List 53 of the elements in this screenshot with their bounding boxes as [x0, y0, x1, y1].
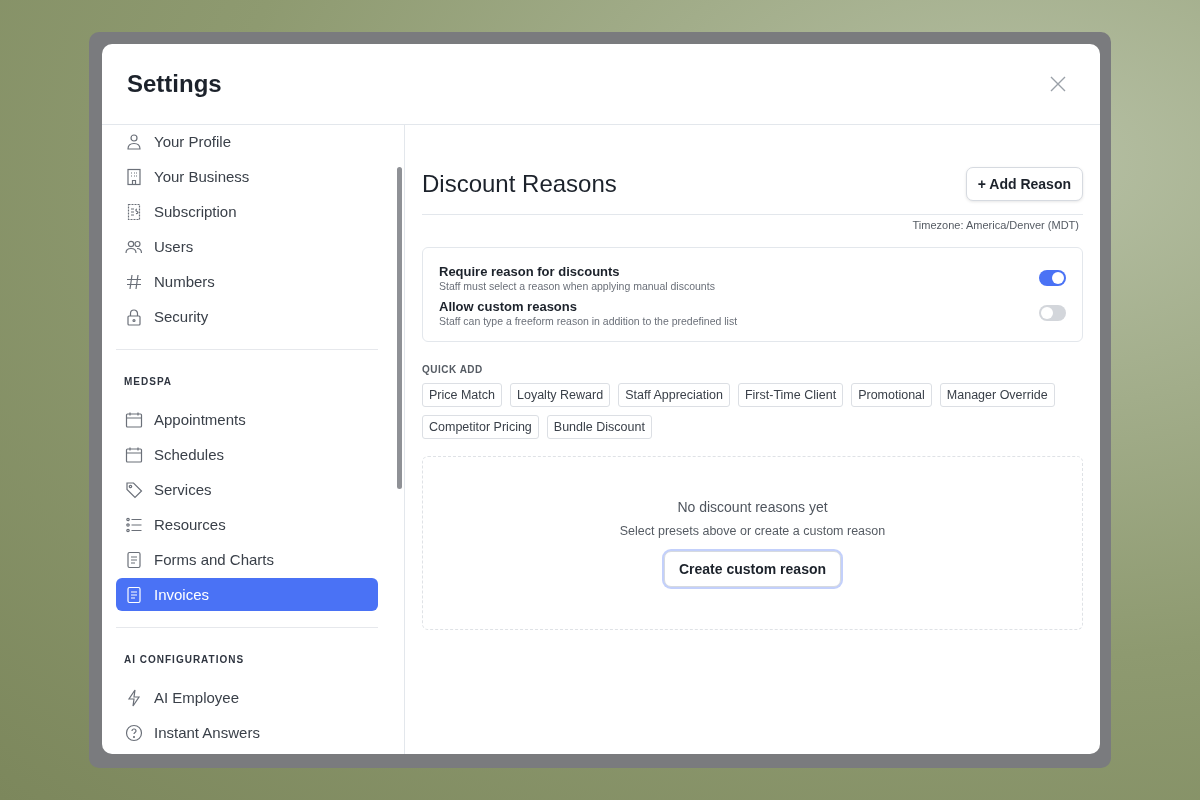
modal-title: Settings	[127, 70, 222, 98]
toggle-switch[interactable]	[1039, 270, 1066, 286]
sidebar-item[interactable]: AI Employee	[116, 681, 378, 714]
toggle-description: Staff must select a reason when applying manual discounts	[439, 280, 715, 292]
preset-chip[interactable]: First-Time Client	[737, 383, 844, 407]
preset-chip[interactable]: Staff Appreciation	[618, 383, 730, 407]
lock-icon	[125, 307, 143, 326]
scrollbar[interactable]	[397, 167, 402, 489]
preset-chip[interactable]: Bundle Discount	[546, 415, 652, 439]
sidebar-item[interactable]: Numbers	[116, 265, 378, 298]
section-heading: QUICK ADD	[422, 364, 484, 375]
section-heading: AI CONFIGURATIONS	[123, 654, 246, 665]
bolt-icon	[125, 688, 143, 707]
sidebar-item[interactable]: Invoices	[116, 578, 378, 611]
preset-chip[interactable]: Manager Override	[939, 383, 1055, 407]
timezone-label: Timezone: America/Denver (MDT)	[911, 219, 1079, 231]
preset-chip[interactable]: Competitor Pricing	[422, 415, 539, 439]
person-icon	[125, 132, 143, 151]
toggle-label: Require reason for discounts	[439, 264, 621, 279]
section-heading: MEDSPA	[123, 376, 174, 387]
toggle-label: Allow custom reasons	[439, 299, 578, 314]
preset-chip[interactable]: Price Match	[422, 383, 502, 407]
sidebar-item[interactable]: Security	[116, 300, 378, 333]
list-icon	[125, 515, 143, 534]
toggle-switch[interactable]	[1039, 305, 1066, 321]
preset-chip[interactable]: Promotional	[851, 383, 932, 407]
sidebar-item[interactable]: Services	[116, 473, 378, 506]
building-icon	[125, 167, 143, 186]
create-reason-button[interactable]: Create custom reason	[663, 551, 842, 587]
question-icon	[125, 723, 143, 742]
sidebar-item[interactable]: Users	[116, 230, 378, 263]
document-icon	[125, 585, 143, 604]
calendar-icon	[125, 410, 143, 429]
close-icon[interactable]	[1050, 76, 1066, 92]
sidebar-item[interactable]: Your Profile	[116, 125, 378, 158]
sidebar-item[interactable]: Your Business	[116, 160, 378, 193]
add-reason-button[interactable]: + Add Reason	[965, 167, 1083, 201]
hash-icon	[125, 272, 143, 291]
empty-state-title: No discount reasons yet	[677, 499, 828, 515]
calendar-icon	[125, 445, 143, 464]
page-title: Discount Reasons	[422, 170, 617, 198]
document-icon	[125, 550, 143, 569]
sidebar-item[interactable]: Subscription	[116, 195, 378, 228]
empty-state-text: Select presets above or create a custom reason	[619, 524, 886, 538]
sidebar-item[interactable]: Instant Answers	[116, 716, 378, 749]
toggle-description: Staff can type a freeform reason in addition to the predefined list	[439, 315, 738, 327]
preset-chip[interactable]: Loyalty Reward	[510, 383, 611, 407]
receipt-icon	[125, 202, 143, 221]
sidebar-item[interactable]: Resources	[116, 508, 378, 541]
sidebar-item[interactable]: Forms and Charts	[116, 543, 378, 576]
sidebar-item[interactable]: Appointments	[116, 403, 378, 436]
sidebar-item[interactable]: Schedules	[116, 438, 378, 471]
tag-icon	[125, 480, 143, 499]
